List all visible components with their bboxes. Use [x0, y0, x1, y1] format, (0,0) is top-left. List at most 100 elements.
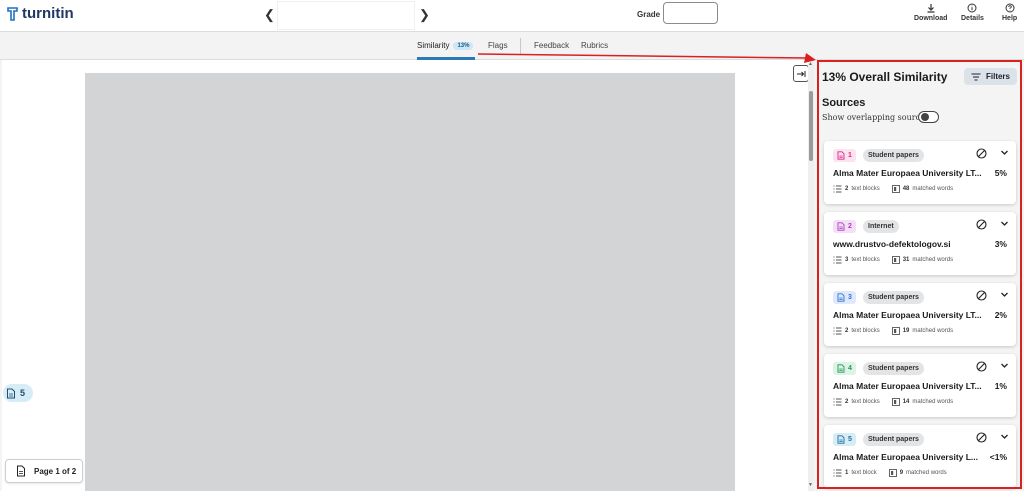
source-number: 4: [848, 365, 852, 372]
source-percent: <1%: [989, 452, 1007, 462]
source-meta: 2 text blocks 19 matched words: [833, 327, 953, 335]
text-blocks-icon: [833, 398, 842, 406]
sources-heading: Sources: [822, 97, 866, 109]
tab-divider: [520, 38, 521, 54]
overall-similarity-title: 13% Overall Similarity: [822, 70, 948, 84]
document-icon: [7, 388, 15, 398]
source-number-pill: 2: [833, 220, 856, 233]
exclude-source-icon[interactable]: [976, 290, 987, 301]
text-blocks-label: text blocks: [851, 186, 880, 192]
matched-words-icon: [891, 256, 900, 264]
exclude-source-icon[interactable]: [976, 432, 987, 443]
text-blocks-count: 2: [845, 399, 849, 405]
source-percent: 2%: [994, 310, 1007, 320]
paper-title-area: [277, 1, 415, 30]
source-card[interactable]: 2 Internet www.drustvo-defektologov.si 3% 3 t…: [824, 212, 1016, 275]
help-label: Help: [1002, 15, 1018, 22]
source-document-icon: [837, 151, 845, 160]
source-number: 1: [848, 152, 852, 159]
matched-words-count: 9: [899, 470, 904, 476]
chevron-down-icon[interactable]: [1000, 219, 1009, 228]
exclude-source-icon[interactable]: [976, 148, 987, 159]
matched-words-label: matched words: [912, 257, 954, 263]
source-card[interactable]: 4 Student papers Alma Mater Europaea Unive…: [824, 354, 1016, 417]
exclude-source-icon[interactable]: [976, 219, 987, 230]
chevron-down-icon[interactable]: [1000, 361, 1009, 370]
match-marker[interactable]: 5: [3, 384, 33, 402]
tab-similarity[interactable]: Similarity 13%: [417, 41, 474, 50]
tab-feedback[interactable]: Feedback: [534, 41, 569, 50]
text-blocks-label: text blocks: [851, 257, 880, 263]
chevron-down-icon[interactable]: [1000, 290, 1009, 299]
download-button[interactable]: Download: [914, 3, 947, 22]
turnitin-logo[interactable]: turnitin: [6, 5, 74, 22]
grade-input[interactable]: [663, 2, 718, 24]
text-blocks-label: text blocks: [851, 399, 880, 405]
source-document-icon: [837, 435, 845, 444]
source-number-pill: 3: [833, 291, 856, 304]
tab-rubrics[interactable]: Rubrics: [581, 41, 608, 50]
source-type-pill: Internet: [863, 220, 899, 233]
source-number-pill: 4: [833, 362, 856, 375]
grade-label: Grade: [637, 10, 661, 19]
info-icon: [967, 3, 977, 13]
filters-button[interactable]: Filters: [964, 68, 1017, 85]
source-meta: 2 text blocks 14 matched words: [833, 398, 953, 406]
source-meta: 1 text block 9 matched words: [833, 469, 947, 477]
scroll-up-arrow-icon[interactable]: ▲: [808, 61, 813, 67]
source-percent: 5%: [994, 168, 1007, 178]
matched-words-icon: [891, 185, 900, 193]
collapse-panel-button[interactable]: [793, 65, 809, 82]
next-paper-arrow-icon[interactable]: ❯: [419, 7, 430, 23]
source-type-pill: Student papers: [863, 291, 924, 304]
filter-icon: [971, 72, 981, 81]
matched-words-count: 48: [902, 186, 910, 192]
source-percent: 1%: [994, 381, 1007, 391]
source-card[interactable]: 3 Student papers Alma Mater Europaea Unive…: [824, 283, 1016, 346]
help-button[interactable]: Help: [1002, 3, 1017, 22]
toggle-knob: [921, 113, 929, 121]
page-indicator-text: Page 1 of 2: [34, 466, 77, 476]
source-number-pill: 1: [833, 149, 856, 162]
source-name: Alma Mater Europaea University LT...: [833, 168, 982, 178]
similarity-badge: 13%: [453, 42, 474, 50]
text-blocks-icon: [833, 256, 842, 264]
page-indicator[interactable]: Page 1 of 2: [5, 459, 83, 483]
source-card[interactable]: 5 Student papers Alma Mater Europaea Unive…: [824, 425, 1016, 488]
source-number: 5: [848, 436, 852, 443]
download-label: Download: [914, 15, 948, 22]
tab-flags[interactable]: Flags: [488, 41, 508, 50]
exclude-source-icon[interactable]: [976, 361, 987, 372]
details-button[interactable]: Details: [961, 3, 984, 22]
text-blocks-label: text blocks: [851, 328, 880, 334]
source-type-pill: Student papers: [863, 149, 924, 162]
chevron-down-icon[interactable]: [1000, 432, 1009, 441]
overlap-label: Show overlapping sources: [822, 113, 929, 122]
previous-paper-arrow-icon[interactable]: ❮: [264, 7, 275, 23]
top-bar: turnitin ❮ ❯ Grade Download Details Help: [0, 0, 1024, 32]
source-type-pill: Student papers: [863, 362, 924, 375]
panel-scrollbar-thumb[interactable]: [809, 91, 813, 161]
details-label: Details: [961, 15, 984, 22]
tab-bar: Similarity 13% Flags Feedback Rubrics: [0, 32, 1024, 60]
matched-words-label: matched words: [906, 470, 947, 476]
source-card[interactable]: 1 Student papers Alma Mater Europaea Unive…: [824, 141, 1016, 204]
text-blocks-label: text block: [851, 470, 877, 476]
document-page: [85, 73, 735, 491]
chevron-down-icon[interactable]: [1000, 148, 1009, 157]
text-blocks-icon: [833, 185, 842, 193]
source-percent: 3%: [994, 239, 1007, 249]
source-name: Alma Mater Europaea University LT...: [833, 310, 982, 320]
help-icon: [1005, 3, 1015, 13]
source-name: www.drustvo-defektologov.si: [833, 239, 951, 249]
overlap-toggle[interactable]: [918, 111, 939, 123]
source-meta: 2 text blocks 48 matched words: [833, 185, 953, 193]
text-blocks-count: 2: [845, 328, 849, 334]
matched-words-icon: [888, 469, 897, 477]
source-document-icon: [837, 364, 845, 373]
matched-words-label: matched words: [912, 399, 954, 405]
collapse-panel-icon: [797, 70, 806, 77]
source-number-pill: 5: [833, 433, 856, 446]
scroll-down-arrow-icon[interactable]: ▼: [808, 482, 813, 488]
matched-words-icon: [891, 398, 900, 406]
